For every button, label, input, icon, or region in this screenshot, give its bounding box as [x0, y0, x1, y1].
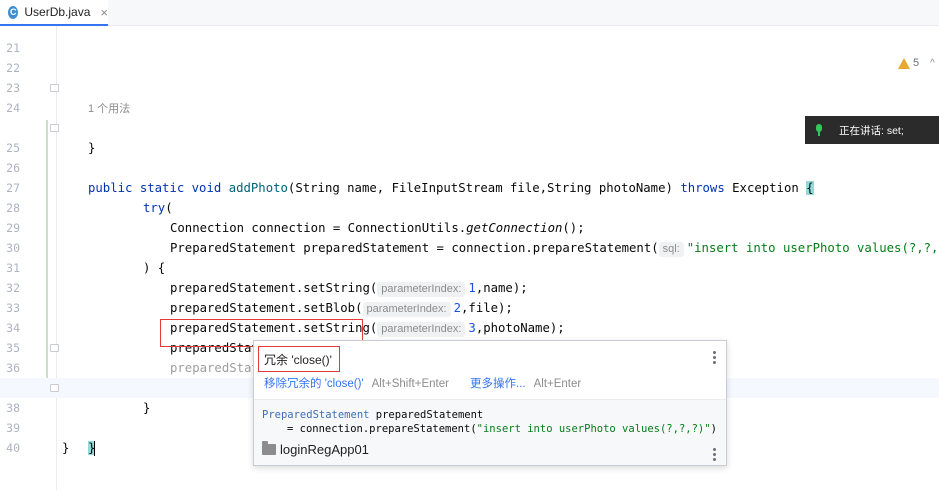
fold-marker-icon[interactable]	[50, 384, 59, 392]
doc-initializer: = connection.prepareStatement("insert in…	[287, 423, 717, 435]
code-line: 25 public static void addPhoto(String na…	[0, 118, 939, 195]
code-line: 31 preparedStatement.setString(parameter…	[0, 238, 939, 297]
close-icon[interactable]: ×	[100, 6, 108, 19]
code-line: 28 Connection connection = ConnectionUti…	[0, 178, 939, 235]
fold-marker-icon[interactable]	[50, 344, 59, 352]
code-line: 26	[0, 138, 939, 175]
more-options-icon[interactable]	[713, 351, 716, 364]
speech-indicator: 正在讲话: set;	[805, 116, 939, 144]
code-line: 34 preparedStatement.executeUpdate();	[0, 298, 939, 355]
code-line: 22	[0, 38, 939, 75]
code-text: }	[62, 441, 70, 455]
text-caret	[94, 441, 96, 456]
code-line: 23	[0, 58, 939, 95]
microphone-icon	[815, 124, 823, 136]
quick-doc: PreparedStatement preparedStatement = co…	[254, 400, 726, 465]
remove-redundant-close-action[interactable]: 移除冗余的 'close()' Alt+Shift+Enter	[264, 375, 449, 391]
doc-declaration: PreparedStatement preparedStatement	[262, 409, 484, 421]
tab-label: UserDb.java	[24, 5, 91, 19]
fold-marker-icon[interactable]	[50, 124, 59, 132]
code-line: 33 preparedStatement.setString(parameter…	[0, 278, 939, 337]
more-actions-link[interactable]: 更多操作... Alt+Enter	[470, 375, 581, 391]
code-line: 27 try(	[0, 158, 939, 215]
code-line: 29 PreparedStatement preparedStatement =…	[0, 198, 939, 257]
fold-marker-icon[interactable]	[50, 84, 59, 92]
module-info: loginRegApp01	[262, 441, 369, 457]
module-name: loginRegApp01	[280, 442, 369, 457]
line-number: 24	[6, 101, 20, 115]
code-line: 32 preparedStatement.setBlob(parameterIn…	[0, 258, 939, 317]
code-line: 30 ) {	[0, 218, 939, 275]
line-number: 40	[6, 441, 20, 455]
module-folder-icon	[262, 441, 276, 455]
code-line: 21	[0, 18, 939, 55]
speech-text: 正在讲话: set;	[839, 124, 904, 137]
code-line: 24 }	[0, 78, 939, 155]
doc-more-options-icon[interactable]	[713, 448, 716, 461]
java-class-icon: C	[8, 5, 19, 19]
usages-hint[interactable]: 1 个用法	[88, 100, 130, 116]
code-line: 35 preparedStatement.close();	[0, 318, 939, 375]
popup-title-highlight-box	[258, 346, 340, 372]
code-text: }	[88, 441, 96, 456]
